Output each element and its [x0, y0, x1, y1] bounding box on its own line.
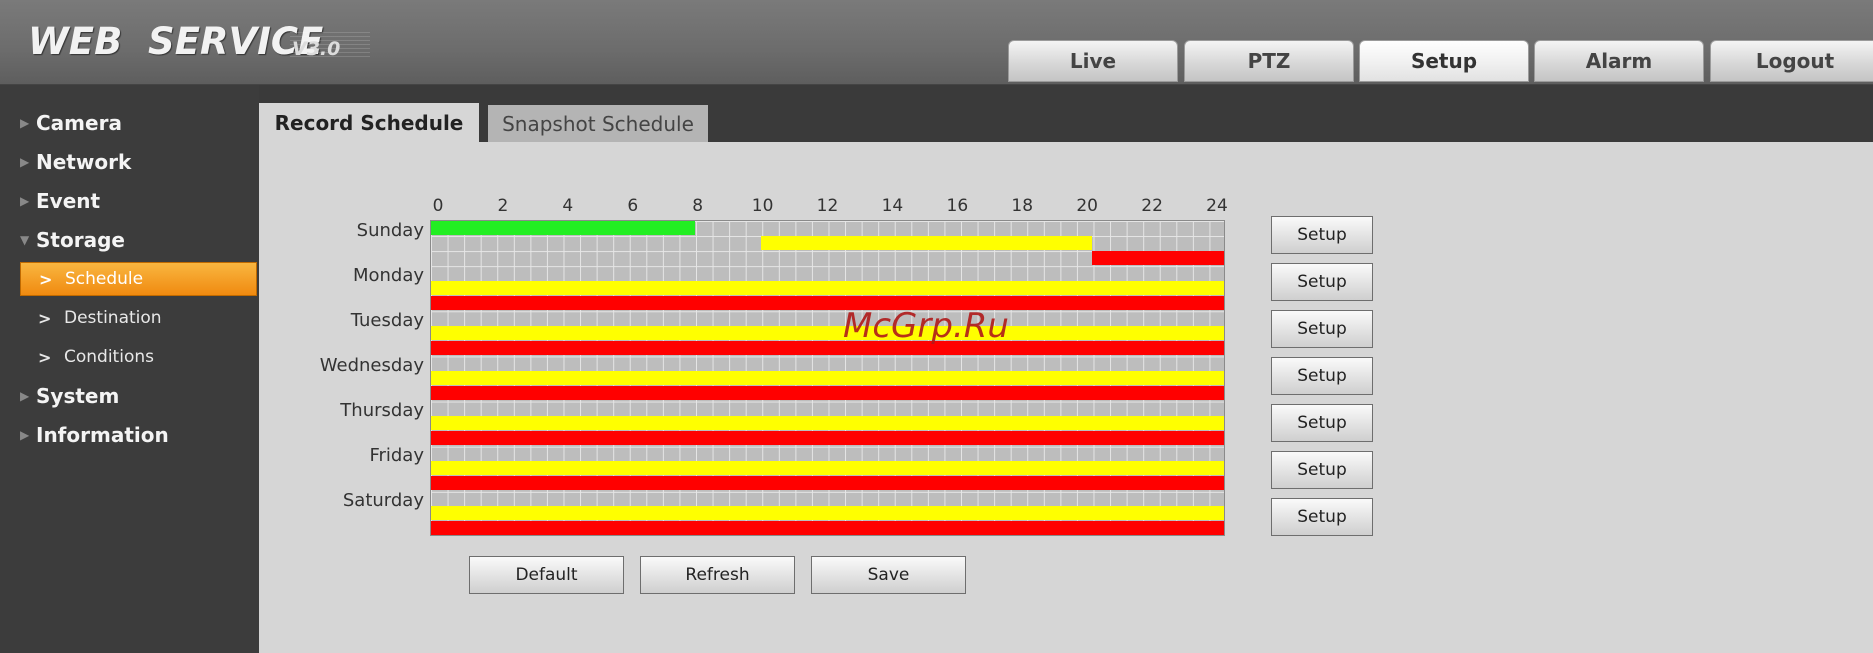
sidebar-subitem-label: Schedule	[65, 269, 144, 289]
sidebar-subitem-label: Conditions	[64, 347, 154, 367]
tab-record-schedule[interactable]: Record Schedule	[259, 103, 479, 142]
sidebar-item-system[interactable]: ▶ System	[20, 379, 260, 413]
app-logo: WEB SERVICE	[28, 20, 324, 63]
schedule-segment-red[interactable]	[431, 431, 1224, 445]
save-button[interactable]: Save	[811, 556, 966, 594]
chevron-right-icon: >	[38, 347, 52, 367]
schedule-segment-yellow[interactable]	[431, 506, 1224, 520]
default-button[interactable]: Default	[469, 556, 624, 594]
sidebar-item-storage[interactable]: ▼ Storage	[20, 223, 260, 257]
day-label-friday: Friday	[369, 445, 424, 466]
collapsed-arrow-icon: ▶	[20, 389, 30, 403]
sidebar-subitem-destination[interactable]: > Destination	[20, 301, 257, 335]
hour-label: 2	[497, 196, 509, 216]
sidebar-item-camera[interactable]: ▶ Camera	[20, 106, 260, 140]
refresh-button[interactable]: Refresh	[640, 556, 795, 594]
day-label-thursday: Thursday	[340, 400, 424, 421]
hour-label: 20	[1076, 196, 1098, 216]
setup-button-sunday[interactable]: Setup	[1271, 216, 1373, 254]
hour-label: 8	[692, 196, 704, 216]
sidebar-item-label: Network	[36, 150, 132, 174]
header-bar: WEB SERVICE V3.0 Live PTZ Setup Alarm Lo…	[0, 0, 1873, 85]
sidebar-subitem-schedule[interactable]: > Schedule	[20, 262, 257, 296]
sidebar-item-label: Storage	[36, 228, 125, 252]
schedule-segment-red[interactable]	[1091, 251, 1224, 265]
chevron-right-icon: >	[38, 308, 52, 328]
nav-tab-alarm[interactable]: Alarm	[1534, 40, 1704, 82]
hour-label: 16	[946, 196, 969, 216]
setup-button-saturday[interactable]: Setup	[1271, 498, 1373, 536]
day-label-sunday: Sunday	[356, 220, 424, 241]
hour-label: 18	[1011, 196, 1034, 216]
day-label-saturday: Saturday	[342, 490, 424, 511]
hour-label: 14	[881, 196, 904, 216]
hour-label: 0	[432, 196, 444, 216]
nav-tab-logout[interactable]: Logout	[1710, 40, 1873, 82]
day-label-monday: Monday	[352, 265, 424, 286]
sidebar-item-label: Information	[36, 423, 169, 447]
schedule-segment-red[interactable]	[431, 476, 1224, 490]
sidebar-item-event[interactable]: ▶ Event	[20, 184, 260, 218]
hour-label: 10	[751, 196, 774, 216]
setup-button-tuesday[interactable]: Setup	[1271, 310, 1373, 348]
schedule-segment-yellow[interactable]	[431, 416, 1224, 430]
schedule-segment-red[interactable]	[431, 521, 1224, 535]
schedule-segment-yellow[interactable]	[431, 461, 1224, 475]
expanded-arrow-icon: ▼	[20, 233, 30, 247]
setup-button-monday[interactable]: Setup	[1271, 263, 1373, 301]
schedule-segment-yellow[interactable]	[431, 326, 1224, 340]
setup-button-friday[interactable]: Setup	[1271, 451, 1373, 489]
sidebar-item-network[interactable]: ▶ Network	[20, 145, 260, 179]
sidebar-subitem-conditions[interactable]: > Conditions	[20, 340, 257, 374]
tab-snapshot-schedule[interactable]: Snapshot Schedule	[488, 105, 708, 142]
sidebar-item-label: Event	[36, 189, 101, 213]
schedule-segment-red[interactable]	[431, 386, 1224, 400]
nav-tab-setup[interactable]: Setup	[1359, 40, 1529, 82]
schedule-segment-yellow[interactable]	[431, 371, 1224, 385]
collapsed-arrow-icon: ▶	[20, 155, 30, 169]
day-label-wednesday: Wednesday	[319, 355, 424, 376]
nav-tab-live[interactable]: Live	[1008, 40, 1178, 82]
day-label-tuesday: Tuesday	[350, 310, 424, 331]
collapsed-arrow-icon: ▶	[20, 428, 30, 442]
app-version: V3.0	[292, 38, 341, 60]
schedule-segment-green[interactable]	[431, 221, 696, 235]
hour-label: 6	[627, 196, 639, 216]
sidebar-item-information[interactable]: ▶ Information	[20, 418, 260, 452]
sidebar-subitem-label: Destination	[64, 308, 162, 328]
schedule-segment-yellow[interactable]	[761, 236, 1092, 250]
hour-label: 12	[816, 196, 839, 216]
schedule-segment-red[interactable]	[431, 296, 1224, 310]
chevron-right-icon: >	[39, 269, 53, 289]
collapsed-arrow-icon: ▶	[20, 116, 30, 130]
collapsed-arrow-icon: ▶	[20, 194, 30, 208]
setup-button-thursday[interactable]: Setup	[1271, 404, 1373, 442]
setup-button-wednesday[interactable]: Setup	[1271, 357, 1373, 395]
schedule-grid[interactable]	[430, 220, 1225, 536]
sidebar-item-label: Camera	[36, 111, 122, 135]
sidebar-item-label: System	[36, 384, 120, 408]
schedule-segment-yellow[interactable]	[431, 281, 1224, 295]
watermark: McGrp.Ru	[843, 306, 1009, 346]
nav-tab-ptz[interactable]: PTZ	[1184, 40, 1354, 82]
hour-label: 22	[1141, 196, 1163, 216]
hour-label: 4	[562, 196, 574, 216]
schedule-segment-red[interactable]	[431, 341, 1224, 355]
hour-label: 24	[1206, 196, 1228, 216]
